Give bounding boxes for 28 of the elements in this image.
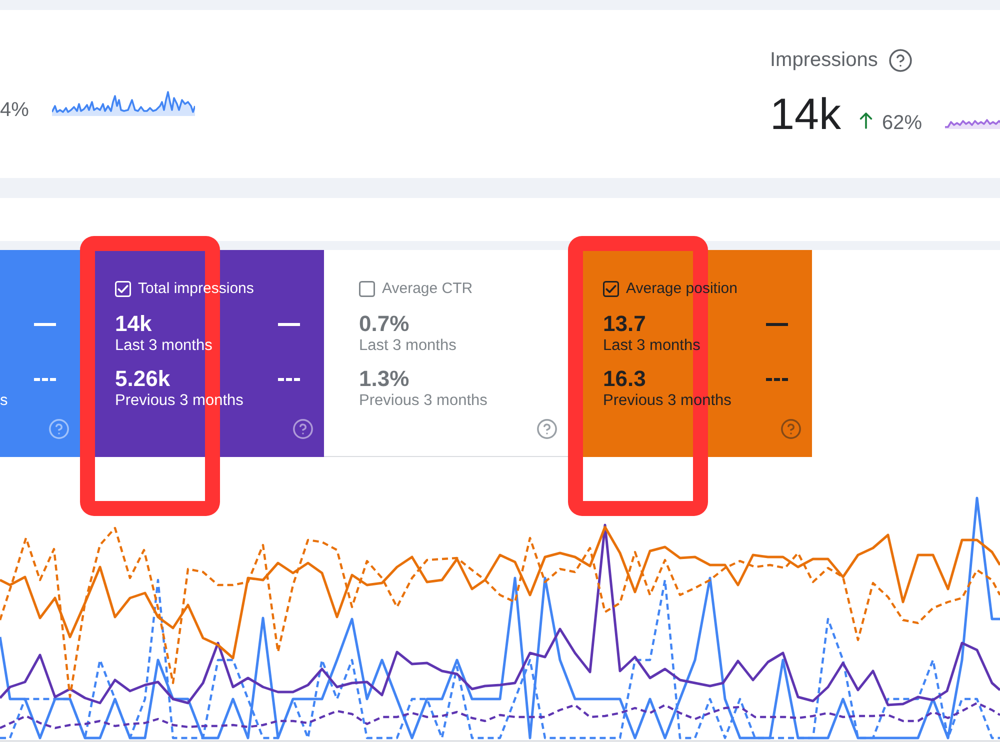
previous-value: 16.3 (603, 367, 646, 391)
period-label: Previous 3 months (603, 392, 732, 410)
period-label: s (0, 392, 8, 410)
period-label: Last 3 months (603, 337, 700, 355)
dashed-line-legend-icon (278, 378, 300, 380)
metric-title: Average position (626, 280, 738, 298)
metric-value: 14k (770, 90, 841, 140)
dashed-line-legend-icon (34, 378, 56, 380)
period-label: Previous 3 months (359, 392, 488, 410)
metric-change: 4% (0, 99, 29, 122)
solid-line-legend-icon (278, 322, 300, 326)
metric-title: Impressions (770, 48, 878, 72)
dashed-line-legend-icon (766, 378, 788, 380)
previous-value: 1.3% (359, 367, 410, 391)
solid-line-legend-icon (34, 322, 56, 326)
checkbox[interactable] (359, 281, 375, 297)
period-label: Last 3 months (359, 337, 456, 355)
help-icon[interactable] (888, 48, 912, 72)
metric-title: Average CTR (382, 280, 473, 298)
metric-value: 14k (115, 312, 152, 336)
previous-value: 5.26k (115, 367, 170, 391)
help-icon[interactable] (537, 419, 557, 439)
metric-value: 0.7% (359, 312, 410, 336)
metric-change: 62% (882, 112, 922, 135)
metric-value: 13.7 (603, 312, 646, 336)
metric-card[interactable]: s (0, 250, 80, 457)
checkbox[interactable] (603, 281, 619, 297)
solid-line-legend-icon (766, 322, 788, 326)
